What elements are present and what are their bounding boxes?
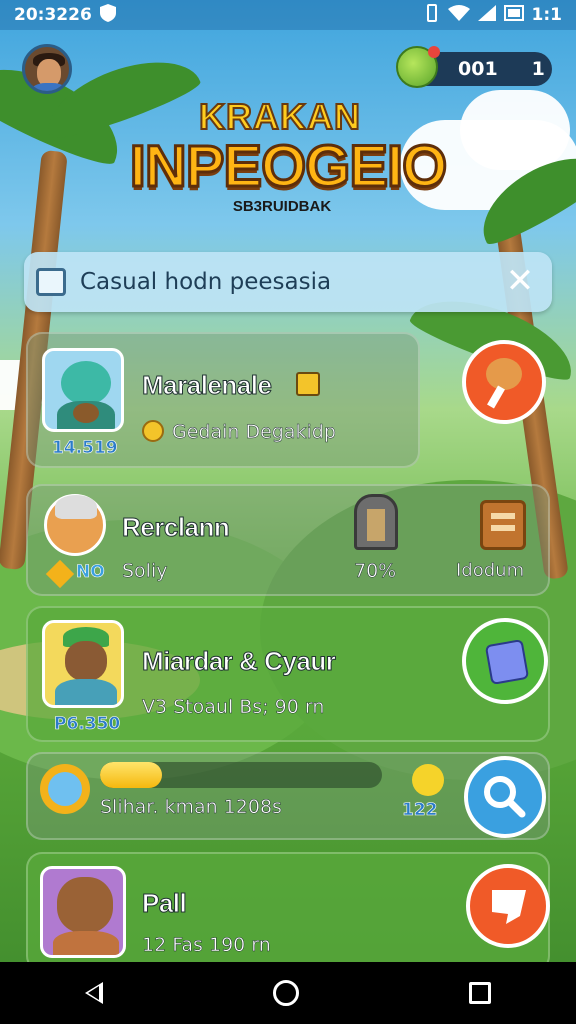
action-button-2[interactable] <box>462 618 548 704</box>
character-portrait <box>40 866 126 958</box>
progress-fill <box>100 762 163 788</box>
profile-avatar[interactable] <box>22 44 72 94</box>
recent-apps-icon[interactable] <box>469 982 491 1004</box>
progress-bar <box>100 762 382 788</box>
progress-label: Slihar. kman 1208s <box>100 796 282 819</box>
battery-icon <box>503 4 524 26</box>
fish-icon <box>40 764 90 814</box>
card-badge: 14.519 <box>52 438 118 459</box>
star-icon <box>45 559 75 589</box>
card-subtitle: V3 Stoaul Bs; 90 rn <box>142 696 325 719</box>
card-title: Pall <box>141 888 187 919</box>
card-badge: P6.350 <box>54 714 121 735</box>
door-icon <box>354 494 398 550</box>
search-icon <box>484 776 526 818</box>
back-icon[interactable] <box>85 982 103 1004</box>
currency-display[interactable]: 001 1 <box>396 46 552 88</box>
card-percent: 70% <box>354 560 397 583</box>
card-title: Rerclann <box>121 512 230 543</box>
card-subtitle: 12 Fas 190 rn <box>142 934 271 957</box>
system-nav-bar <box>0 962 576 1024</box>
status-bar: 20:3226 1:1 <box>0 0 576 30</box>
home-icon[interactable] <box>273 980 299 1006</box>
chat-button[interactable] <box>466 864 550 948</box>
smiley-icon <box>412 764 444 796</box>
character-portrait <box>42 348 124 432</box>
logo-sub-text: SB3RUIDBAK <box>232 198 332 215</box>
card-title: Miardar & Cyaur <box>141 646 336 677</box>
bag-icon <box>484 639 530 685</box>
logo-top-text: KRAKAN <box>198 95 361 138</box>
card-badge: NO <box>76 562 105 583</box>
currency-secondary: 1 <box>531 58 545 80</box>
count-badge: 122 <box>402 800 438 821</box>
clipboard-icon <box>480 500 526 550</box>
logo-main-text: INPEOGEIO <box>128 134 449 199</box>
character-portrait <box>44 494 106 556</box>
wifi-icon <box>447 4 470 26</box>
card-subtitle: Gedain Degakidp <box>172 421 336 444</box>
side-label: Idodum <box>456 560 525 582</box>
coin-icon <box>142 420 164 442</box>
signal-icon <box>477 4 496 26</box>
shield-icon <box>99 3 116 27</box>
list-item[interactable]: 14.519 Maralenale Gedain Degakidp <box>26 332 420 468</box>
speech-bubble-icon <box>492 890 526 924</box>
character-portrait <box>42 620 124 708</box>
action-button-1[interactable] <box>462 340 546 424</box>
close-icon[interactable]: ✕ <box>502 262 538 300</box>
notice-text: Casual hodn peesasia <box>80 269 332 295</box>
vibrate-icon <box>424 3 440 27</box>
card-subtitle: Soliy <box>122 560 168 583</box>
game-logo: KRAKAN INPEOGEIO SB3RUIDBAK <box>118 95 458 226</box>
battery-text: 1:1 <box>531 5 562 25</box>
card-title: Maralenale <box>141 370 272 401</box>
notice-banner[interactable]: Casual hodn peesasia ✕ <box>24 252 552 312</box>
crown-icon <box>296 372 320 396</box>
drumstick-icon <box>486 358 522 390</box>
gem-icon <box>396 46 440 88</box>
status-time: 20:3226 <box>14 5 92 25</box>
search-button[interactable] <box>464 756 546 838</box>
note-edit-icon <box>36 268 66 296</box>
currency-amount: 001 <box>458 58 498 80</box>
list-item[interactable]: NO Rerclann Soliy 70% Idodum <box>26 484 550 596</box>
